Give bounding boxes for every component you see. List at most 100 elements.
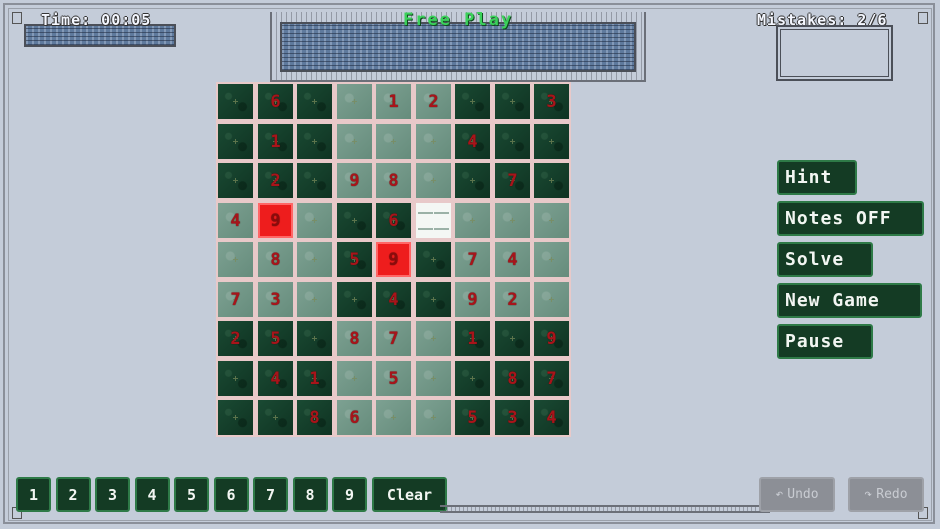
board-cell[interactable] [455, 84, 490, 119]
board-cell[interactable]: 1 [297, 361, 332, 396]
redo-button[interactable]: ↷ Redo [848, 477, 924, 512]
board-cell[interactable]: 4 [534, 400, 569, 435]
board-cell[interactable] [376, 124, 411, 159]
board-cell[interactable] [258, 400, 293, 435]
number-button-7[interactable]: 7 [253, 477, 288, 512]
board-cell[interactable]: 5 [455, 400, 490, 435]
number-button-5[interactable]: 5 [174, 477, 209, 512]
board-cell[interactable] [218, 400, 253, 435]
board-cell[interactable]: 5 [376, 361, 411, 396]
board-cell[interactable] [297, 282, 332, 317]
board-cell[interactable]: 2 [416, 84, 451, 119]
board-cell[interactable] [376, 400, 411, 435]
undo-button[interactable]: ↶ Undo [759, 477, 835, 512]
board-cell[interactable] [416, 163, 451, 198]
board-cell[interactable] [416, 400, 451, 435]
board-cell[interactable]: 6 [376, 203, 411, 238]
cell-digit: 5 [388, 368, 399, 389]
board-cell[interactable]: 1 [376, 84, 411, 119]
board-cell[interactable]: 9 [337, 163, 372, 198]
board-cell[interactable] [337, 203, 372, 238]
board-cell[interactable] [455, 203, 490, 238]
board-cell[interactable] [534, 282, 569, 317]
board-cell[interactable]: 4 [218, 203, 253, 238]
board-cell[interactable] [416, 321, 451, 356]
board-cell[interactable]: 7 [534, 361, 569, 396]
board-cell[interactable]: 2 [495, 282, 530, 317]
pause-button[interactable]: Pause [777, 324, 873, 359]
cell-digit: 2 [507, 289, 518, 310]
board-cell[interactable]: 2 [218, 321, 253, 356]
board-cell[interactable]: 3 [258, 282, 293, 317]
board-cell[interactable] [495, 203, 530, 238]
board-cell[interactable] [337, 124, 372, 159]
board-cell[interactable]: 3 [534, 84, 569, 119]
board-cell[interactable] [495, 84, 530, 119]
board-cell[interactable] [297, 84, 332, 119]
board-cell[interactable] [534, 242, 569, 277]
board-cell[interactable] [297, 203, 332, 238]
board-cell[interactable] [337, 282, 372, 317]
board-cell[interactable] [218, 84, 253, 119]
board-cell[interactable]: 7 [376, 321, 411, 356]
board-cell[interactable]: 6 [258, 84, 293, 119]
board-cell[interactable]: 8 [297, 400, 332, 435]
board-cell[interactable]: 4 [376, 282, 411, 317]
clear-button[interactable]: Clear [372, 477, 447, 512]
number-button-1[interactable]: 1 [16, 477, 51, 512]
board-cell[interactable] [495, 321, 530, 356]
board-cell[interactable]: 8 [495, 361, 530, 396]
board-cell[interactable]: 4 [455, 124, 490, 159]
number-button-6[interactable]: 6 [213, 477, 249, 512]
board-cell[interactable] [218, 242, 253, 277]
number-button-3[interactable]: 3 [95, 477, 130, 512]
board-cell[interactable]: 9 [534, 321, 569, 356]
board-cell[interactable] [416, 361, 451, 396]
board-cell[interactable] [297, 321, 332, 356]
board-cell[interactable]: 7 [495, 163, 530, 198]
number-button-4[interactable]: 4 [134, 477, 170, 512]
board-cell[interactable] [534, 124, 569, 159]
notes-toggle-button[interactable]: Notes OFF [777, 201, 924, 236]
error-cell[interactable]: 9 [258, 203, 293, 238]
board-cell[interactable] [416, 242, 451, 277]
board-cell[interactable] [455, 361, 490, 396]
board-cell[interactable] [337, 361, 372, 396]
board-cell[interactable] [455, 163, 490, 198]
board-cell[interactable]: 4 [495, 242, 530, 277]
board-cell[interactable] [297, 163, 332, 198]
board-cell[interactable] [218, 163, 253, 198]
board-cell[interactable] [534, 163, 569, 198]
board-cell[interactable]: 8 [337, 321, 372, 356]
error-cell[interactable]: 9 [376, 242, 411, 277]
board-cell[interactable]: 7 [218, 282, 253, 317]
board-cell[interactable]: 2 [258, 163, 293, 198]
board-cell[interactable] [337, 84, 372, 119]
board-cell[interactable]: 1 [258, 124, 293, 159]
board-cell[interactable]: 5 [258, 321, 293, 356]
board-cell[interactable] [297, 242, 332, 277]
board-cell[interactable] [495, 124, 530, 159]
new-game-button[interactable]: New Game [777, 283, 922, 318]
board-cell[interactable] [297, 124, 332, 159]
number-button-9[interactable]: 9 [332, 477, 367, 512]
board-cell[interactable]: 6 [337, 400, 372, 435]
board-cell[interactable]: 4 [258, 361, 293, 396]
board-cell[interactable] [416, 124, 451, 159]
board-cell[interactable]: 9 [455, 282, 490, 317]
board-cell[interactable] [218, 124, 253, 159]
solve-button[interactable]: Solve [777, 242, 873, 277]
number-button-2[interactable]: 2 [55, 477, 91, 512]
board-cell[interactable]: 3 [495, 400, 530, 435]
selected-cell[interactable] [416, 203, 451, 238]
board-cell[interactable]: 5 [337, 242, 372, 277]
board-cell[interactable] [534, 203, 569, 238]
board-cell[interactable]: 8 [258, 242, 293, 277]
board-cell[interactable]: 7 [455, 242, 490, 277]
number-button-8[interactable]: 8 [292, 477, 328, 512]
board-cell[interactable]: 1 [455, 321, 490, 356]
board-cell[interactable] [416, 282, 451, 317]
hint-button[interactable]: Hint [777, 160, 857, 195]
board-cell[interactable] [218, 361, 253, 396]
board-cell[interactable]: 8 [376, 163, 411, 198]
